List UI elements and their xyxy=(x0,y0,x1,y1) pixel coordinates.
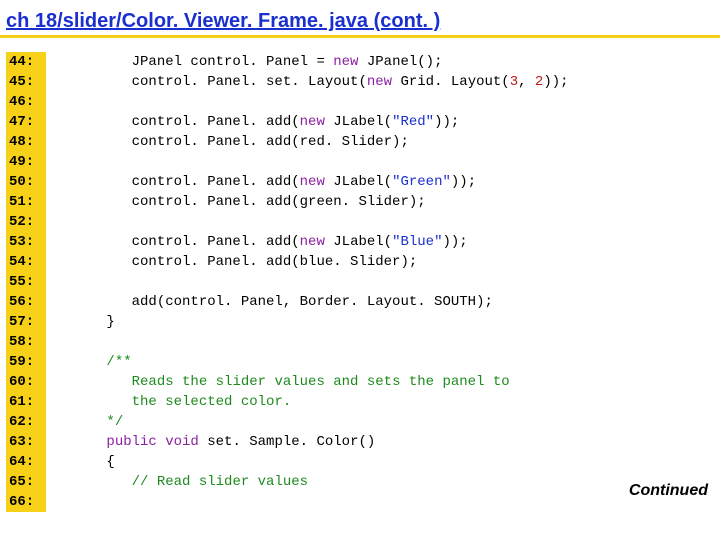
line-number: 64: xyxy=(9,452,43,472)
code-line: { xyxy=(56,452,569,472)
code-line xyxy=(56,272,569,292)
code-line: control. Panel. add(new JLabel("Blue")); xyxy=(56,232,569,252)
line-number: 56: xyxy=(9,292,43,312)
code-line: control. Panel. add(new JLabel("Green"))… xyxy=(56,172,569,192)
line-number: 59: xyxy=(9,352,43,372)
line-number: 52: xyxy=(9,212,43,232)
line-number: 66: xyxy=(9,492,43,512)
line-number: 50: xyxy=(9,172,43,192)
code-line xyxy=(56,152,569,172)
line-number-gutter: 44:45:46:47:48:49:50:51:52:53:54:55:56:5… xyxy=(6,52,46,512)
line-number: 62: xyxy=(9,412,43,432)
code-line: control. Panel. add(green. Slider); xyxy=(56,192,569,212)
code-line: Reads the slider values and sets the pan… xyxy=(56,372,569,392)
line-number: 44: xyxy=(9,52,43,72)
code-line: control. Panel. set. Layout(new Grid. La… xyxy=(56,72,569,92)
line-number: 58: xyxy=(9,332,43,352)
code-line: the selected color. xyxy=(56,392,569,412)
line-number: 47: xyxy=(9,112,43,132)
code-line: control. Panel. add(red. Slider); xyxy=(56,132,569,152)
line-number: 63: xyxy=(9,432,43,452)
code-line: /** xyxy=(56,352,569,372)
code-line: } xyxy=(56,312,569,332)
code-line: control. Panel. add(blue. Slider); xyxy=(56,252,569,272)
continued-label: Continued xyxy=(629,482,708,500)
code-line xyxy=(56,92,569,112)
code-line xyxy=(56,212,569,232)
line-number: 54: xyxy=(9,252,43,272)
line-number: 48: xyxy=(9,132,43,152)
line-number: 65: xyxy=(9,472,43,492)
line-number: 51: xyxy=(9,192,43,212)
code-line xyxy=(56,492,569,512)
line-number: 45: xyxy=(9,72,43,92)
slide-title: ch 18/slider/Color. Viewer. Frame. java … xyxy=(6,10,440,32)
code-body: 44:45:46:47:48:49:50:51:52:53:54:55:56:5… xyxy=(0,38,720,512)
line-number: 60: xyxy=(9,372,43,392)
code-line: */ xyxy=(56,412,569,432)
code-line: control. Panel. add(new JLabel("Red")); xyxy=(56,112,569,132)
line-number: 61: xyxy=(9,392,43,412)
code-listing: JPanel control. Panel = new JPanel(); co… xyxy=(46,52,569,512)
line-number: 46: xyxy=(9,92,43,112)
line-number: 53: xyxy=(9,232,43,252)
code-line xyxy=(56,332,569,352)
code-line: // Read slider values xyxy=(56,472,569,492)
line-number: 57: xyxy=(9,312,43,332)
line-number: 55: xyxy=(9,272,43,292)
slide-title-bar: ch 18/slider/Color. Viewer. Frame. java … xyxy=(0,0,720,38)
code-line: add(control. Panel, Border. Layout. SOUT… xyxy=(56,292,569,312)
code-line: JPanel control. Panel = new JPanel(); xyxy=(56,52,569,72)
code-line: public void set. Sample. Color() xyxy=(56,432,569,452)
line-number: 49: xyxy=(9,152,43,172)
